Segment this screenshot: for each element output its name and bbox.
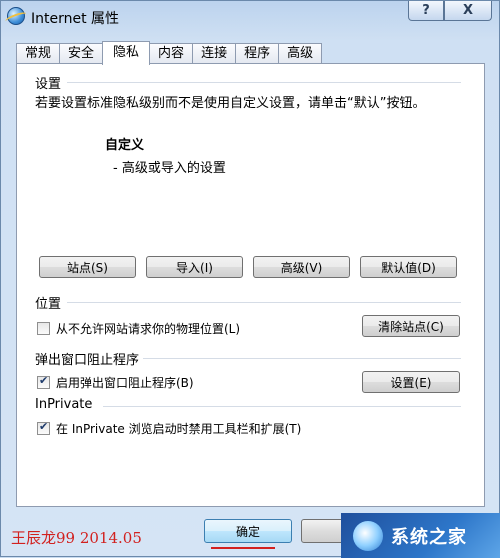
privacy-level-title: 自定义 — [105, 138, 145, 153]
clear-sites-button[interactable]: 清除站点(C) — [362, 315, 460, 337]
tab-privacy[interactable]: 隐私 — [102, 41, 151, 65]
popup-checkbox-label: 启用弹出窗口阻止程序(B) — [56, 376, 194, 390]
sites-button[interactable]: 站点(S) — [39, 256, 136, 278]
internet-explorer-icon — [7, 7, 25, 25]
site-logo-badge: 系统之家 — [341, 513, 500, 558]
default-button[interactable]: 默认值(D) — [360, 256, 457, 278]
privacy-level-description: - 高级或导入的设置 — [113, 161, 226, 176]
close-button[interactable]: X — [444, 1, 492, 21]
popup-checkbox[interactable] — [37, 374, 50, 389]
help-button[interactable]: ? — [408, 1, 444, 21]
tab-general[interactable]: 常规 — [16, 43, 61, 64]
site-logo-text: 系统之家 — [391, 526, 467, 548]
location-checkbox-label: 从不允许网站请求你的物理位置(L) — [56, 322, 241, 336]
popup-checkbox-row[interactable]: 启用弹出窗口阻止程序(B) — [37, 374, 194, 391]
author-watermark: 王辰龙99 2014.05 — [11, 529, 142, 547]
house-logo-icon — [353, 520, 383, 551]
inprivate-checkbox-row[interactable]: 在 InPrivate 浏览启动时禁用工具栏和扩展(T) — [37, 420, 301, 437]
title-bar: Internet 属性 ? X — [1, 1, 499, 31]
inprivate-checkbox[interactable] — [37, 420, 50, 435]
tab-advanced[interactable]: 高级 — [278, 43, 323, 64]
ok-annotation-underline — [211, 547, 275, 549]
ok-button[interactable]: 确定 — [204, 519, 292, 543]
settings-description: 若要设置标准隐私级别而不是使用自定义设置，请单击“默认”按钮。 — [35, 96, 426, 111]
settings-group-label: 设置 — [35, 77, 62, 92]
popup-group-divider — [143, 358, 461, 359]
tab-connections[interactable]: 连接 — [192, 43, 237, 64]
settings-group-divider — [67, 82, 461, 83]
advanced-button[interactable]: 高级(V) — [253, 256, 350, 278]
location-group-label: 位置 — [35, 297, 62, 312]
tab-content[interactable]: 内容 — [149, 43, 194, 64]
tab-security[interactable]: 安全 — [59, 43, 104, 64]
inprivate-group-label: InPrivate — [35, 397, 93, 412]
tab-strip: 常规 安全 隐私 内容 连接 程序 高级 — [16, 41, 323, 65]
location-group-divider — [67, 302, 461, 303]
location-checkbox-row[interactable]: 从不允许网站请求你的物理位置(L) — [37, 320, 240, 337]
popup-group-label: 弹出窗口阻止程序 — [35, 353, 140, 368]
inprivate-group-divider — [103, 406, 461, 407]
tab-programs[interactable]: 程序 — [235, 43, 280, 64]
location-checkbox[interactable] — [37, 322, 50, 335]
inprivate-checkbox-label: 在 InPrivate 浏览启动时禁用工具栏和扩展(T) — [56, 422, 302, 436]
internet-properties-window: Internet 属性 ? X 常规 安全 隐私 内容 连接 程序 高级 设置 … — [0, 0, 500, 558]
popup-settings-button[interactable]: 设置(E) — [362, 371, 460, 393]
window-title: Internet 属性 — [31, 11, 120, 27]
privacy-panel: 设置 若要设置标准隐私级别而不是使用自定义设置，请单击“默认”按钮。 自定义 -… — [16, 63, 485, 507]
import-button[interactable]: 导入(I) — [146, 256, 243, 278]
